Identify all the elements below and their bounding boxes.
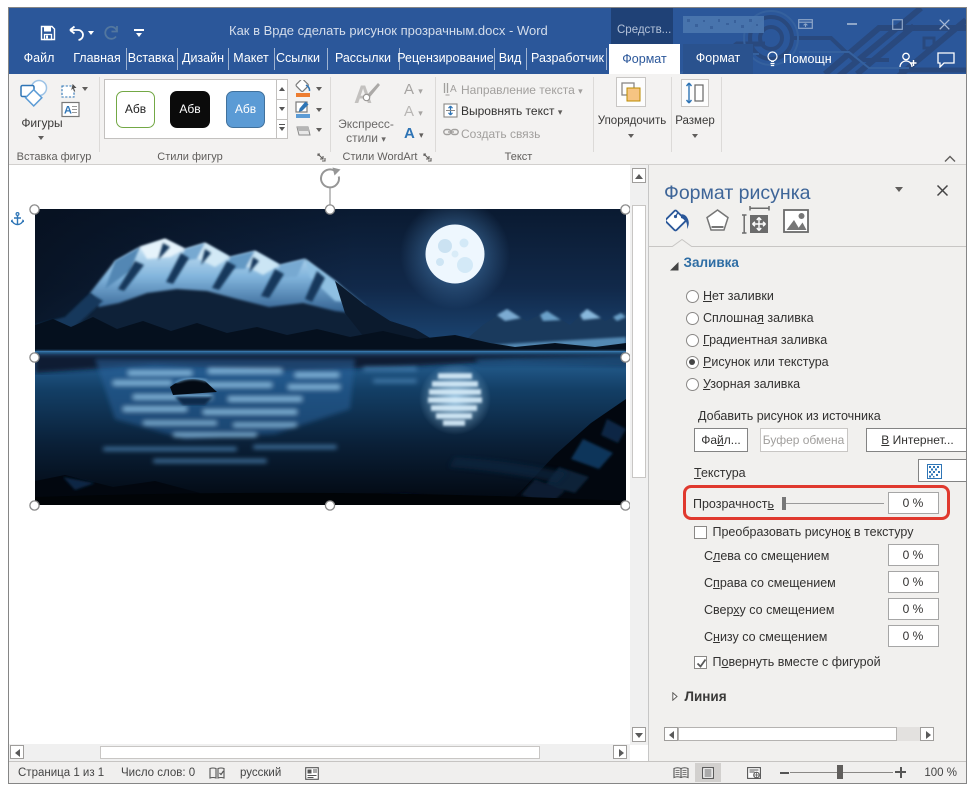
svg-text:A: A: [64, 104, 72, 116]
svg-text:A: A: [450, 84, 457, 95]
